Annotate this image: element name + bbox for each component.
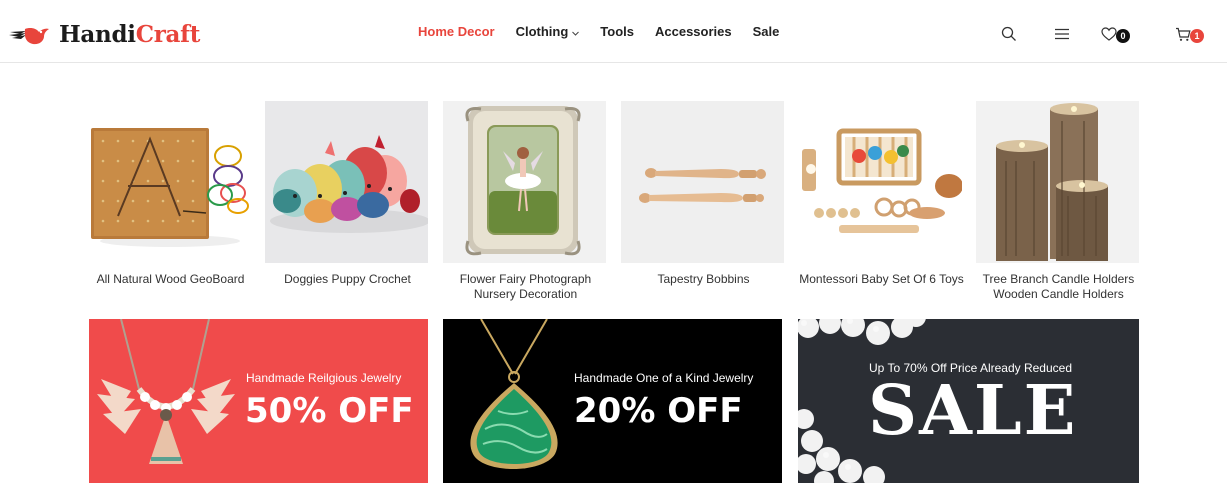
banner-headline: 50% OFF — [245, 391, 414, 431]
brand-name: HandiCraft — [59, 20, 200, 50]
promo-banners: Handmade Reilgious Jewelry 50% OFF Handm… — [89, 319, 1139, 483]
nav-item-home-decor[interactable]: Home Decor — [418, 24, 495, 39]
product-image-bobbins[interactable] — [621, 101, 784, 263]
product-name[interactable]: Doggies Puppy Crochet — [265, 272, 430, 287]
product-card[interactable]: Tapestry Bobbins — [621, 101, 786, 287]
product-card[interactable]: Doggies Puppy Crochet — [265, 101, 430, 287]
product-image-geoboard[interactable] — [88, 101, 251, 263]
nav-item-clothing[interactable]: Clothing — [516, 24, 580, 39]
brand-name-accent: Craft — [135, 21, 201, 48]
nav-item-sale[interactable]: Sale — [753, 24, 780, 39]
nav-item-tools[interactable]: Tools — [600, 24, 634, 39]
promo-banner-sale[interactable]: Up To 70% Off Price Already Reduced SALE — [798, 319, 1139, 483]
product-card[interactable]: Montessori Baby Set Of 6 Toys — [799, 101, 964, 287]
nav-item-label: Sale — [752, 24, 780, 39]
product-name[interactable]: Montessori Baby Set Of 6 Toys — [799, 272, 964, 287]
banner-headline: 20% OFF — [574, 391, 743, 431]
wishlist-button[interactable]: 0 — [1099, 24, 1130, 44]
product-name[interactable]: All Natural Wood GeoBoard — [88, 272, 253, 287]
nav-item-accessories[interactable]: Accessories — [655, 24, 732, 39]
product-image-fairy-photo-frame[interactable] — [443, 101, 606, 263]
cart-icon — [1176, 27, 1191, 41]
search-button[interactable] — [999, 24, 1019, 44]
site-header: HandiCraft Home Decor Clothing Tools Acc… — [0, 0, 1227, 63]
bird-logo-icon — [9, 28, 49, 45]
product-image-crochet-dogs[interactable] — [265, 101, 428, 263]
brand-name-dark: Handi — [59, 21, 136, 48]
main-nav: Home Decor Clothing Tools Accessories Sa… — [418, 0, 800, 63]
product-card[interactable]: Flower Fairy Photograph Nursery Decorati… — [443, 101, 608, 301]
menu-button[interactable] — [1052, 24, 1072, 44]
nav-item-label: Clothing — [515, 24, 569, 39]
product-card[interactable]: Tree Branch Candle Holders Wooden Candle… — [976, 101, 1141, 301]
promo-banner-religious-jewelry[interactable]: Handmade Reilgious Jewelry 50% OFF — [89, 319, 428, 483]
product-image-tree-candle-holders[interactable] — [976, 101, 1139, 263]
hamburger-menu-icon — [1055, 28, 1069, 40]
banner-subtitle: Handmade Reilgious Jewelry — [246, 371, 402, 385]
product-name[interactable]: Tree Branch Candle Holders Wooden Candle… — [976, 272, 1141, 301]
heart-icon — [1101, 27, 1117, 41]
product-name[interactable]: Tapestry Bobbins — [621, 272, 786, 287]
search-icon — [1001, 26, 1016, 41]
product-card[interactable]: All Natural Wood GeoBoard — [88, 101, 253, 287]
product-image-montessori-toys[interactable] — [799, 101, 962, 263]
brand-logo[interactable]: HandiCraft — [8, 20, 200, 50]
chevron-down-icon — [572, 24, 580, 39]
nav-item-label: Accessories — [655, 24, 732, 39]
nav-item-label: Tools — [600, 24, 634, 39]
cart-count-badge: 1 — [1190, 29, 1204, 43]
banner-subtitle: Handmade One of a Kind Jewelry — [574, 371, 754, 385]
wishlist-count-badge: 0 — [1116, 29, 1130, 43]
nav-item-label: Home Decor — [418, 24, 495, 39]
product-grid: All Natural Wood GeoBoard Doggies Puppy … — [88, 101, 1140, 306]
cart-button[interactable]: 1 — [1173, 24, 1204, 44]
banner-headline: SALE — [868, 371, 1078, 451]
product-name[interactable]: Flower Fairy Photograph Nursery Decorati… — [443, 272, 608, 301]
promo-banner-one-of-a-kind-jewelry[interactable]: Handmade One of a Kind Jewelry 20% OFF — [443, 319, 782, 483]
